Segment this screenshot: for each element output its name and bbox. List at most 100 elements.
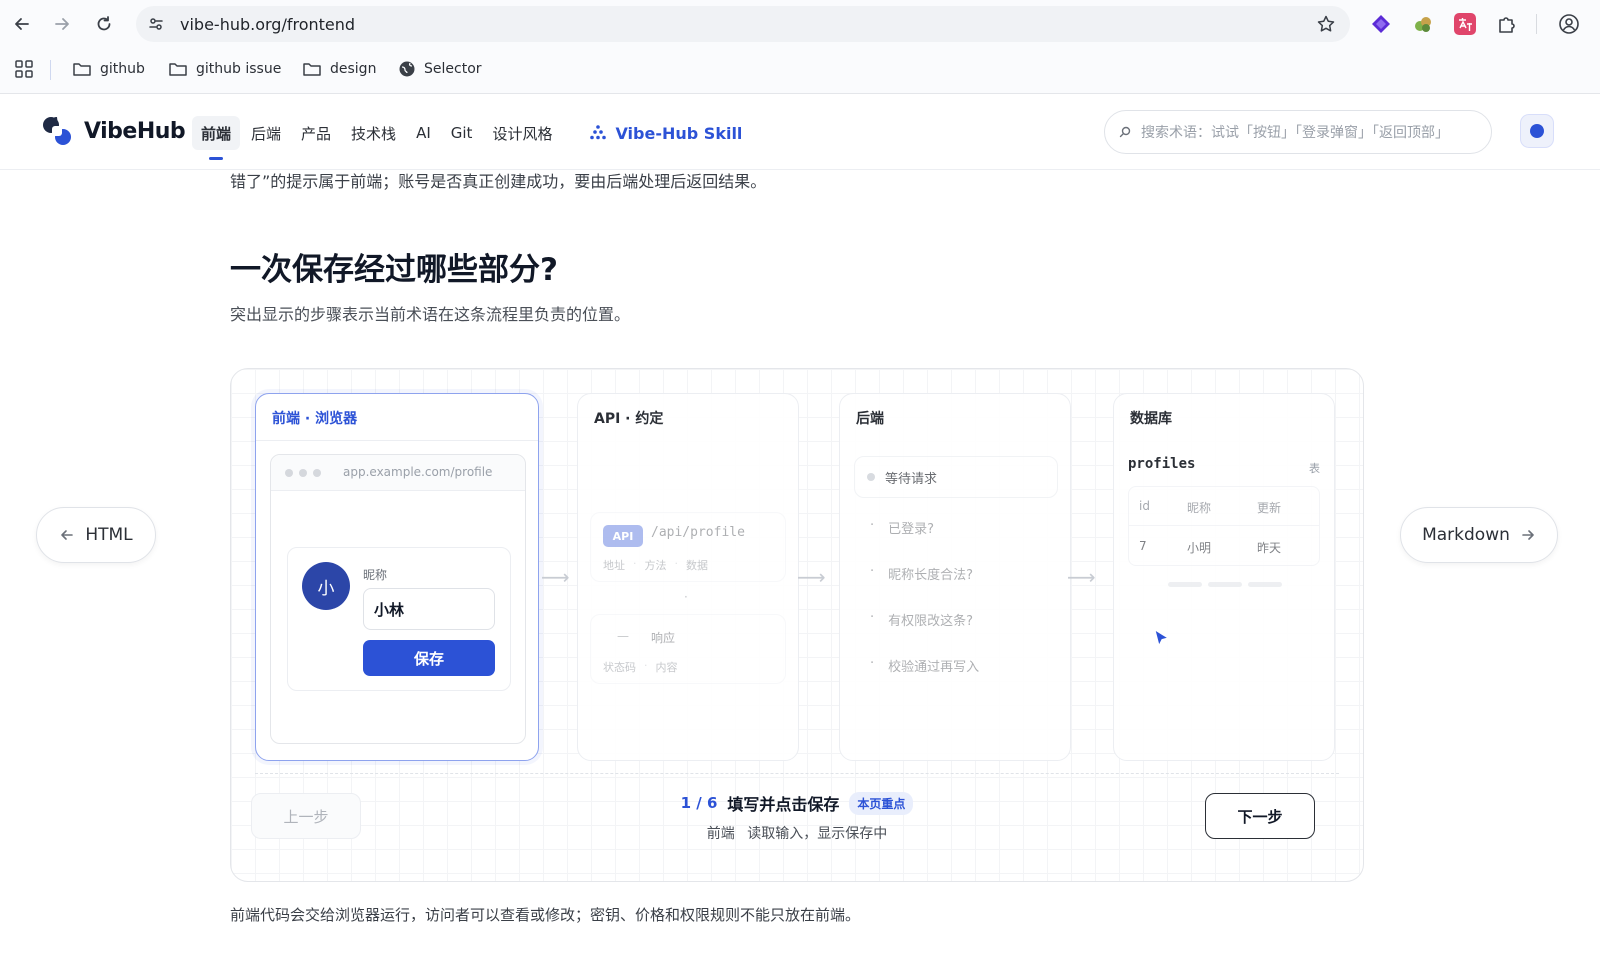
next-article-button[interactable]: Markdown [1400,507,1558,563]
avatar: 小 [302,562,350,610]
bookmarks-divider [50,60,51,80]
nav-tech-stack[interactable]: 技术栈 [342,116,405,150]
panel-title: 前端 · 浏览器 [272,411,358,427]
section-subtitle: 突出显示的步骤表示当前术语在这条流程里负责的位置。 [230,305,631,324]
window-dot [299,469,307,477]
panel-title: API · 约定 [594,411,664,427]
save-flow-diagram: 前端 · 浏览器 app.example.com/profile 小 昵称 小林… [230,368,1364,882]
check-label: 已登录? [888,522,935,537]
site-settings-icon [149,18,163,30]
triangle-dots-icon [590,125,607,140]
response-tags: 状态码 · 内容 [603,659,678,675]
check-item: · 有权限改这条? [870,610,974,629]
star-icon[interactable] [1316,14,1336,34]
search-input[interactable]: 搜索术语：试试「按钮」「登录弹窗」「返回顶部」 [1104,110,1492,154]
footer-note: 前端代码会交给浏览器运行，访问者可以查看或修改；密钥、价格和权限规则不能只放在前… [230,906,861,924]
tag-separator: · [674,557,679,570]
extension-translate[interactable] [1454,13,1476,35]
folder-icon [303,63,321,76]
bookmark-label: Selector [424,61,482,77]
bookmark-label: design [330,61,377,77]
status-dot [867,473,875,481]
tag-separator: · [644,659,648,672]
api-tag: 数据 [686,559,708,572]
flow-arrow: ⟶ [541,565,570,589]
window-dot [285,469,293,477]
api-request-box: API /api/profile 地址 · 方法 · 数据 [590,512,786,582]
placeholder-bar [1248,582,1282,587]
cluster-icon [1415,17,1431,32]
nav-design-style[interactable]: 设计风格 [483,116,561,150]
step-indicator: 1 / 6 填写并点击保存 本页重点 [231,791,1363,815]
next-step-button[interactable]: 下一步 [1205,793,1315,839]
arrow-right-icon [1522,530,1534,540]
mock-url: app.example.com/profile [343,465,493,479]
db-cell: 7 [1139,539,1147,553]
step-desc-text: 读取输入，显示保存中 [747,826,888,842]
nav-backend[interactable]: 后端 [242,116,290,150]
db-column-header: 更新 [1257,501,1282,515]
nav-frontend[interactable]: 前端 [192,116,241,160]
next-article-label: Markdown [1422,525,1510,545]
extension-puzzle-green[interactable] [1412,13,1434,35]
apps-button[interactable] [14,58,34,80]
api-badge: API [603,525,643,547]
nav-ai[interactable]: AI [407,116,440,150]
bookmark-label: github issue [196,61,282,77]
skill-link[interactable]: Vibe-Hub Skill [589,124,742,143]
check-label: 校验通过再写入 [888,660,980,675]
profile-button[interactable] [1558,13,1580,35]
url-bar[interactable]: vibe-hub.org/frontend [136,6,1350,42]
extension-diamond[interactable] [1370,13,1392,35]
bookmark-github[interactable]: github [72,58,145,80]
back-button[interactable] [10,12,34,36]
puzzle-icon [1499,17,1515,33]
api-path: /api/profile [651,525,745,540]
db-cell: 昨天 [1257,541,1282,555]
site-logo[interactable]: VibeHub [40,114,186,148]
extensions-button[interactable] [1496,13,1518,35]
step-desc-tag: 前端 [706,826,735,842]
reload-button[interactable] [92,12,116,36]
section-title: 一次保存经过哪些部分? [230,252,558,288]
prev-article-label: HTML [85,525,133,545]
api-tag: 方法 [644,559,667,572]
check-item: · 昵称长度合法? [870,564,974,583]
response-label: 响应 [651,631,676,645]
db-table-tag: 表 [1309,462,1320,475]
nickname-label: 昵称 [363,568,388,582]
bookmark-label: github [100,61,145,77]
db-column-header: id [1139,499,1150,513]
placeholder-bar [1168,582,1202,587]
forward-button[interactable] [50,12,74,36]
controls-divider [255,773,1339,774]
step-title: 填写并点击保存 [727,795,840,814]
globe-icon [399,61,415,77]
step-description: 前端 读取输入，显示保存中 [231,823,1363,843]
main-nav: 前端 后端 产品 技术栈 AI Git 设计风格 Vibe-Hub Skill [192,116,742,160]
check-label: 有权限改这条? [888,614,974,629]
api-response-box: — 响应 状态码 · 内容 [590,614,786,684]
panel-divider [256,440,538,441]
bookmark-github-issue[interactable]: github issue [168,58,281,80]
site-header: VibeHub 前端 后端 产品 技术栈 AI Git 设计风格 Vibe-Hu… [0,94,1600,170]
db-table-name: profiles [1128,456,1196,472]
arrow-left-icon [61,530,74,540]
prev-article-button[interactable]: HTML [36,507,156,563]
reload-icon [97,16,111,31]
nav-product[interactable]: 产品 [292,116,340,150]
browser-chrome: vibe-hub.org/frontend github github issu… [0,0,1600,94]
bookmark-design[interactable]: design [302,58,376,80]
api-tags: 地址 · 方法 · 数据 [603,557,708,573]
nickname-input[interactable]: 小林 [363,588,495,630]
bookmark-selector[interactable]: Selector [398,58,482,80]
theme-dot-icon [1530,124,1544,138]
theme-toggle-button[interactable] [1520,114,1554,148]
mock-browser-bar: app.example.com/profile [271,455,525,491]
address-row: vibe-hub.org/frontend [0,0,1600,48]
panel-backend: 后端 等待请求 · 已登录? · 昵称长度合法? · 有权限改这条? · 校验通过再写入 [839,393,1071,761]
save-button[interactable]: 保存 [363,640,495,676]
diamond-icon [1372,15,1390,33]
nav-git[interactable]: Git [442,116,482,150]
apps-grid-icon [15,60,33,78]
